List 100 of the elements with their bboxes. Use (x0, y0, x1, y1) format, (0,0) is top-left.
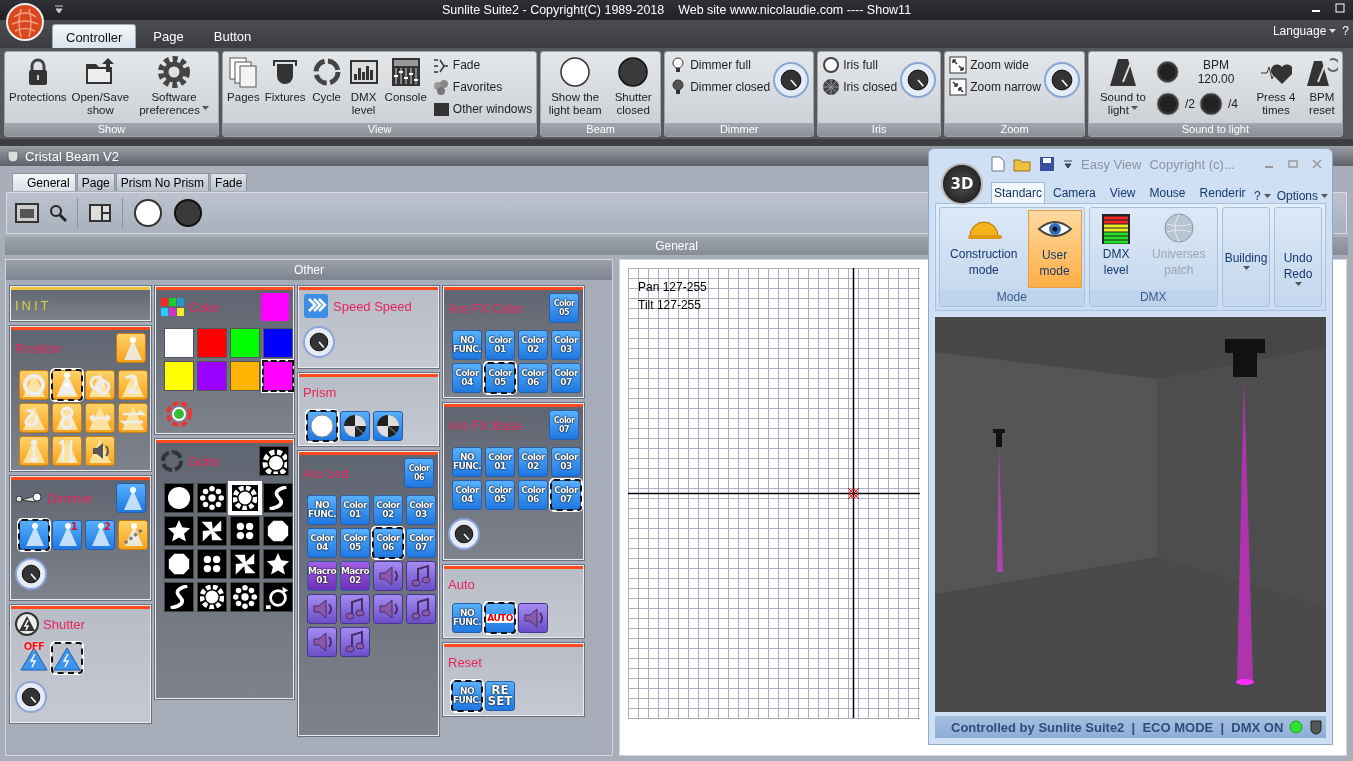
music-button[interactable] (406, 594, 436, 624)
ribbon-button[interactable]: Open/Save show (69, 54, 132, 119)
gobo-button[interactable] (197, 549, 227, 579)
layout-icon[interactable] (88, 203, 112, 223)
macro-button[interactable]: Macro 02 (340, 561, 370, 591)
options-menu[interactable]: Options (1276, 189, 1328, 203)
position-marker[interactable] (847, 487, 860, 500)
gobo-button[interactable] (263, 483, 293, 513)
sound-button[interactable] (373, 561, 403, 591)
ribbon-button[interactable]: Zoom narrow (947, 77, 1043, 97)
ribbon-tab[interactable]: View (1103, 183, 1142, 203)
sound-button[interactable] (373, 594, 403, 624)
gobo-button[interactable] (230, 582, 260, 612)
ribbon-tab[interactable]: Standarc (991, 182, 1046, 203)
music-button[interactable] (406, 561, 436, 591)
knob[interactable] (448, 518, 480, 550)
ribbon-button[interactable]: Cycle (308, 54, 345, 106)
ribbon-button[interactable]: Building (1225, 210, 1267, 304)
color-swatch[interactable] (263, 361, 293, 391)
gobo-button[interactable] (164, 483, 194, 513)
ribbon-tab[interactable]: Renderir (1193, 183, 1252, 203)
search-icon[interactable] (49, 204, 67, 222)
help-button[interactable]: ? (1342, 24, 1349, 38)
shutter-button[interactable] (52, 643, 82, 673)
ribbon-button[interactable]: Software preferences (132, 54, 217, 119)
light-disc-icon[interactable] (133, 198, 163, 228)
macro-button[interactable]: Macro 01 (307, 561, 337, 591)
window-icon[interactable] (15, 203, 39, 223)
fixture-button[interactable] (52, 370, 82, 400)
ribbon-button[interactable]: Favorites (429, 77, 535, 97)
ribbon-button[interactable]: User mode (1027, 210, 1082, 288)
ribbon-button[interactable]: Iris closed (820, 77, 900, 97)
gobo-button[interactable] (263, 549, 293, 579)
knob[interactable] (900, 62, 937, 98)
ribbon-button[interactable]: Press 4 times (1248, 54, 1303, 119)
ribbon-button[interactable]: Show the light beam (543, 54, 608, 119)
ribbon-button[interactable]: Iris full (820, 55, 900, 75)
gobo-button[interactable] (164, 516, 194, 546)
ribbon-button[interactable]: Shutter closed (608, 54, 659, 119)
color-swatch[interactable] (164, 361, 194, 391)
gobo-button[interactable] (230, 516, 260, 546)
knob[interactable] (773, 62, 810, 98)
fixture-button[interactable] (85, 436, 115, 466)
gobo-button[interactable] (197, 483, 227, 513)
music-button[interactable] (340, 627, 370, 657)
auto-button[interactable]: AUTO (485, 603, 515, 633)
app-orb-button[interactable]: 3D (941, 163, 983, 205)
gobo-button[interactable] (197, 582, 227, 612)
ribbon-tab[interactable]: Camera (1047, 183, 1102, 203)
pan-tilt-grid[interactable]: Pan 127-255 Tilt 127-255 (628, 268, 920, 719)
gobo-button[interactable] (164, 549, 194, 579)
gobo-button[interactable] (263, 516, 293, 546)
tab[interactable]: Fade (210, 173, 248, 191)
color-swatch[interactable] (230, 328, 260, 358)
ribbon-button[interactable]: Undo Redo (1277, 210, 1319, 304)
ribbon-button[interactable]: Other windows (429, 99, 535, 119)
color-swatch[interactable] (197, 328, 227, 358)
ribbon-button[interactable]: DMX level (345, 54, 382, 119)
beam-button[interactable] (19, 520, 49, 550)
knob[interactable] (15, 558, 47, 590)
ribbon-tab[interactable]: Page (140, 24, 197, 48)
help-menu[interactable]: ? (1253, 189, 1271, 203)
sound-button[interactable] (518, 603, 548, 633)
ribbon-tab[interactable]: Button (200, 24, 265, 48)
knob[interactable] (303, 326, 335, 358)
tab[interactable]: Page (76, 173, 115, 191)
color-wheel-button[interactable] (164, 399, 194, 429)
gobo-button[interactable] (197, 516, 227, 546)
ribbon-tab[interactable]: Mouse (1143, 183, 1192, 203)
ribbon-button[interactable]: Console (382, 54, 429, 106)
quick-access-icon[interactable] (1063, 159, 1073, 169)
restore-icon[interactable] (1335, 3, 1345, 13)
color-swatch[interactable] (230, 361, 260, 391)
color-swatch[interactable] (263, 328, 293, 358)
prism-button[interactable] (307, 411, 337, 441)
tab[interactable]: Prism No Prism (115, 173, 210, 191)
color-swatch[interactable] (164, 328, 194, 358)
ribbon-button[interactable]: BPM reset (1303, 54, 1340, 119)
prism-button[interactable] (340, 411, 370, 441)
knob[interactable] (15, 681, 47, 713)
ribbon-button[interactable]: Fixtures (262, 54, 308, 106)
prism-button[interactable] (373, 411, 403, 441)
sound-button[interactable] (307, 594, 337, 624)
save-icon[interactable] (1039, 156, 1055, 172)
knob[interactable] (1043, 62, 1080, 98)
new-document-icon[interactable] (991, 156, 1005, 172)
bpm-button[interactable]: BPM 120.00 (1155, 58, 1248, 86)
ribbon-button[interactable]: Sound to light (1090, 54, 1155, 119)
ribbon-button[interactable]: Dimmer closed (667, 77, 773, 97)
music-button[interactable] (340, 594, 370, 624)
ribbon-tab[interactable]: Controller (52, 24, 137, 48)
ribbon-button[interactable]: Zoom wide (947, 55, 1043, 75)
color-swatch[interactable] (197, 361, 227, 391)
bpm-button[interactable]: /4 (1198, 92, 1238, 116)
ribbon-button[interactable]: Fade (429, 55, 535, 75)
bpm-button[interactable]: /2 (1155, 92, 1195, 116)
ribbon-button[interactable]: Pages (225, 54, 262, 106)
ribbon-button[interactable]: Dimmer full (667, 55, 773, 75)
filled-disc-icon[interactable] (173, 198, 203, 228)
sound-button[interactable] (307, 627, 337, 657)
